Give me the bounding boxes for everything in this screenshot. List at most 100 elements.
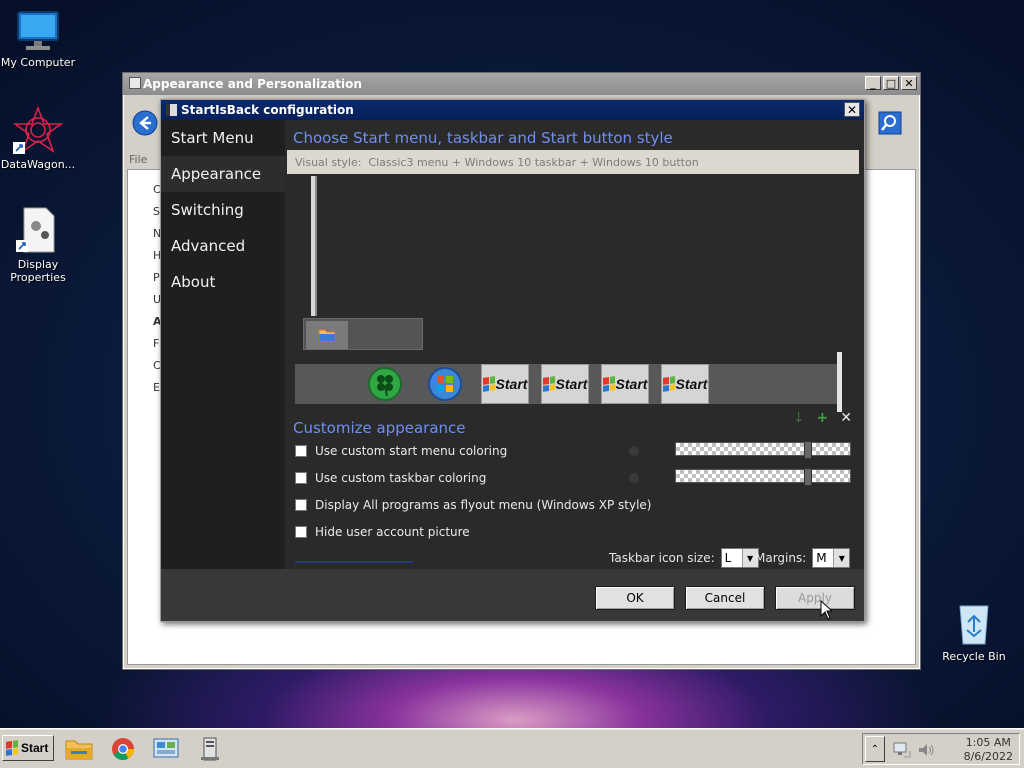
slider-thumb[interactable] xyxy=(804,441,812,459)
taskbar-app-control-panel[interactable] xyxy=(151,735,181,763)
taskbar-preview xyxy=(303,318,423,350)
start-button-option[interactable] xyxy=(361,364,409,404)
remove-icon[interactable]: ✕ xyxy=(840,410,852,426)
chevron-down-icon: ▼ xyxy=(833,549,850,567)
slider-thumb[interactable] xyxy=(804,468,812,486)
minimize-button[interactable]: _ xyxy=(865,76,881,90)
add-icon[interactable]: + xyxy=(817,410,829,426)
start-button-label: Start xyxy=(555,376,588,392)
folder-icon xyxy=(318,329,336,342)
taskbar-icon-size-group: Taskbar icon size: L ▼ xyxy=(609,548,759,568)
option-label: Use custom start menu coloring xyxy=(315,444,508,458)
start-button-label: Start xyxy=(675,376,708,392)
window-title: Appearance and Personalization xyxy=(143,77,362,91)
heading-style: Choose Start menu, taskbar and Start but… xyxy=(293,129,673,147)
volume-icon[interactable] xyxy=(917,742,935,758)
visual-style-value: Classic3 menu + Windows 10 taskbar + Win… xyxy=(368,155,699,169)
windows-orb-icon xyxy=(428,367,462,401)
desktop-icon-label: My Computer xyxy=(0,56,76,69)
network-icon[interactable] xyxy=(893,742,911,758)
option-label: Hide user account picture xyxy=(315,525,470,539)
start-button-option[interactable]: Start xyxy=(661,364,709,404)
appearance-panel: Choose Start menu, taskbar and Start but… xyxy=(285,120,864,569)
back-arrow-icon[interactable] xyxy=(131,109,159,137)
option-all-programs-flyout[interactable]: Display All programs as flyout menu (Win… xyxy=(295,498,651,512)
folder-icon xyxy=(65,740,93,760)
taskbar: Start ⌃ 1:05 AM 8/6/2022 xyxy=(0,728,1024,768)
desktop-icon-my-computer[interactable]: My Computer xyxy=(0,10,78,69)
taskbar-icon-size-label: Taskbar icon size: xyxy=(609,551,715,565)
clock[interactable]: 1:05 AM 8/6/2022 xyxy=(964,736,1013,764)
faded-link[interactable]: ▁▁▁▁▁▁▁▁▁▁▁▁▁▁ xyxy=(295,550,413,563)
dialog-app-icon xyxy=(166,104,177,116)
checkbox[interactable] xyxy=(295,445,307,457)
cancel-button[interactable]: Cancel xyxy=(685,586,765,610)
control-panel-icon xyxy=(153,738,179,758)
desktop-icon-label: Display Properties xyxy=(10,258,66,284)
start-menu-opacity-slider[interactable] xyxy=(675,441,851,459)
recycle-bin-icon xyxy=(959,605,989,645)
clock-time: 1:05 AM xyxy=(965,736,1011,749)
show-hidden-icons-button[interactable]: ⌃ xyxy=(865,736,885,762)
color-swatch[interactable] xyxy=(629,446,639,456)
windows-flag-icon xyxy=(602,376,615,392)
start-button[interactable]: Start xyxy=(2,735,54,761)
settings-file-icon xyxy=(16,207,55,253)
window-titlebar[interactable]: Appearance and Personalization _ □ ✕ xyxy=(123,73,920,95)
checkbox[interactable] xyxy=(295,472,307,484)
nav-item-switching[interactable]: Switching xyxy=(161,192,285,228)
start-button-option[interactable]: Start xyxy=(601,364,649,404)
dialog-titlebar[interactable]: StartIsBack configuration ✕ xyxy=(161,100,864,120)
start-menu-preview xyxy=(311,176,317,316)
windows-flag-icon xyxy=(482,376,495,392)
windows-flag-icon xyxy=(6,740,18,756)
windows-flag-icon xyxy=(662,376,675,392)
datawagon-logo-icon xyxy=(13,106,63,154)
ok-button[interactable]: OK xyxy=(595,586,675,610)
nav-item-about[interactable]: About xyxy=(161,264,285,300)
taskbar-icon-size-select[interactable]: L ▼ xyxy=(720,548,759,568)
strip-scrollbar[interactable] xyxy=(837,352,842,412)
desktop-icon-display-properties[interactable]: Display Properties xyxy=(0,206,78,284)
download-icon[interactable]: ↓ xyxy=(793,410,805,426)
apply-button[interactable]: Apply xyxy=(775,586,855,610)
window-app-icon xyxy=(129,77,141,89)
checkbox[interactable] xyxy=(295,499,307,511)
checkbox[interactable] xyxy=(295,526,307,538)
dialog-close-button[interactable]: ✕ xyxy=(844,102,860,117)
nav-item-appearance[interactable]: Appearance xyxy=(161,156,285,192)
desktop-icon-recycle-bin[interactable]: Recycle Bin xyxy=(934,602,1014,663)
menu-file[interactable]: File xyxy=(129,153,147,166)
server-icon xyxy=(201,737,219,761)
option-custom-start-menu-coloring[interactable]: Use custom start menu coloring xyxy=(295,444,507,458)
start-button-option[interactable]: Start xyxy=(481,364,529,404)
option-label: Display All programs as flyout menu (Win… xyxy=(315,498,652,512)
startisback-dialog: StartIsBack configuration ✕ Start Menu A… xyxy=(160,99,865,622)
taskbar-app-server[interactable] xyxy=(195,735,225,763)
windows-flag-icon xyxy=(542,376,555,392)
start-button-option[interactable]: Start xyxy=(541,364,589,404)
start-button-option[interactable] xyxy=(421,364,469,404)
dialog-nav: Start Menu Appearance Switching Advanced… xyxy=(161,120,285,300)
option-hide-user-picture[interactable]: Hide user account picture xyxy=(295,525,470,539)
start-button-label: Start xyxy=(615,376,648,392)
maximize-button[interactable]: □ xyxy=(883,76,899,90)
nav-item-start-menu[interactable]: Start Menu xyxy=(161,120,285,156)
nav-item-advanced[interactable]: Advanced xyxy=(161,228,285,264)
taskbar-opacity-slider[interactable] xyxy=(675,468,851,486)
margins-select[interactable]: M ▼ xyxy=(812,548,851,568)
start-button-label: Start xyxy=(21,741,49,755)
margins-group: Margins: M ▼ xyxy=(755,548,851,568)
heading-customize: Customize appearance xyxy=(293,419,466,437)
taskbar-app-explorer[interactable] xyxy=(64,735,94,763)
taskbar-app-chrome[interactable] xyxy=(108,735,138,763)
clover-orb-icon xyxy=(368,367,402,401)
search-icon[interactable] xyxy=(878,111,902,135)
color-swatch[interactable] xyxy=(629,473,639,483)
visual-style-selector[interactable]: Visual style: Classic3 menu + Windows 10… xyxy=(287,150,859,174)
close-button[interactable]: ✕ xyxy=(901,76,917,90)
desktop-icon-datawagon[interactable]: DataWagon... xyxy=(0,106,78,171)
option-label: Use custom taskbar coloring xyxy=(315,471,487,485)
desktop-icon-label: DataWagon... xyxy=(0,158,76,171)
option-custom-taskbar-coloring[interactable]: Use custom taskbar coloring xyxy=(295,471,486,485)
